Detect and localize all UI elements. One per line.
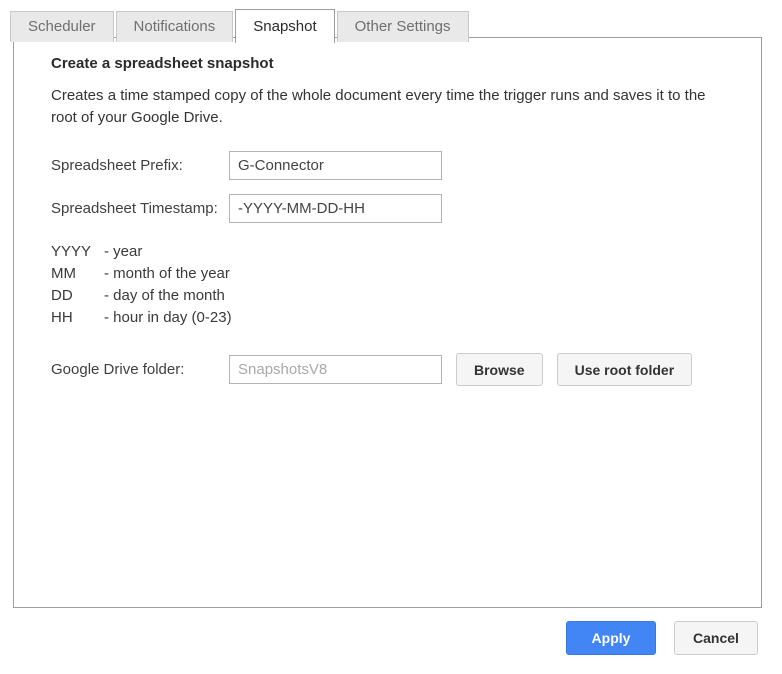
google-drive-folder-input[interactable]: [229, 355, 442, 384]
legend-description: - day of the month: [104, 285, 225, 307]
spreadsheet-prefix-input[interactable]: [229, 151, 442, 180]
panel-description: Creates a time stamped copy of the whole…: [51, 85, 716, 129]
use-root-folder-button[interactable]: Use root folder: [557, 353, 693, 386]
tab-other-settings[interactable]: Other Settings: [337, 11, 469, 42]
spreadsheet-timestamp-row: Spreadsheet Timestamp:: [51, 194, 761, 223]
apply-button[interactable]: Apply: [566, 621, 656, 655]
spreadsheet-timestamp-label: Spreadsheet Timestamp:: [51, 200, 229, 217]
google-drive-folder-row: Google Drive folder: Browse Use root fol…: [51, 353, 761, 386]
cancel-button[interactable]: Cancel: [674, 621, 758, 655]
tab-notifications[interactable]: Notifications: [116, 11, 234, 42]
legend-token: HH: [51, 307, 104, 329]
snapshot-panel: Create a spreadsheet snapshot Creates a …: [13, 37, 762, 608]
spreadsheet-timestamp-input[interactable]: [229, 194, 442, 223]
legend-row-mm: MM - month of the year: [51, 263, 761, 285]
google-drive-folder-label: Google Drive folder:: [51, 361, 229, 378]
legend-token: YYYY: [51, 241, 104, 263]
legend-row-hh: HH - hour in day (0-23): [51, 307, 761, 329]
legend-description: - month of the year: [104, 263, 230, 285]
tab-scheduler[interactable]: Scheduler: [10, 11, 114, 42]
browse-button[interactable]: Browse: [456, 353, 543, 386]
tab-snapshot[interactable]: Snapshot: [235, 9, 334, 43]
spreadsheet-prefix-row: Spreadsheet Prefix:: [51, 151, 761, 180]
legend-description: - hour in day (0-23): [104, 307, 232, 329]
dialog-footer: Apply Cancel: [566, 621, 758, 655]
tab-bar: Scheduler Notifications Snapshot Other S…: [10, 0, 782, 42]
legend-description: - year: [104, 241, 142, 263]
legend-token: MM: [51, 263, 104, 285]
legend-token: DD: [51, 285, 104, 307]
legend-row-yyyy: YYYY - year: [51, 241, 761, 263]
settings-dialog: Scheduler Notifications Snapshot Other S…: [0, 0, 782, 674]
timestamp-legend: YYYY - year MM - month of the year DD - …: [51, 241, 761, 329]
spreadsheet-prefix-label: Spreadsheet Prefix:: [51, 157, 229, 174]
legend-row-dd: DD - day of the month: [51, 285, 761, 307]
panel-title: Create a spreadsheet snapshot: [51, 55, 761, 72]
